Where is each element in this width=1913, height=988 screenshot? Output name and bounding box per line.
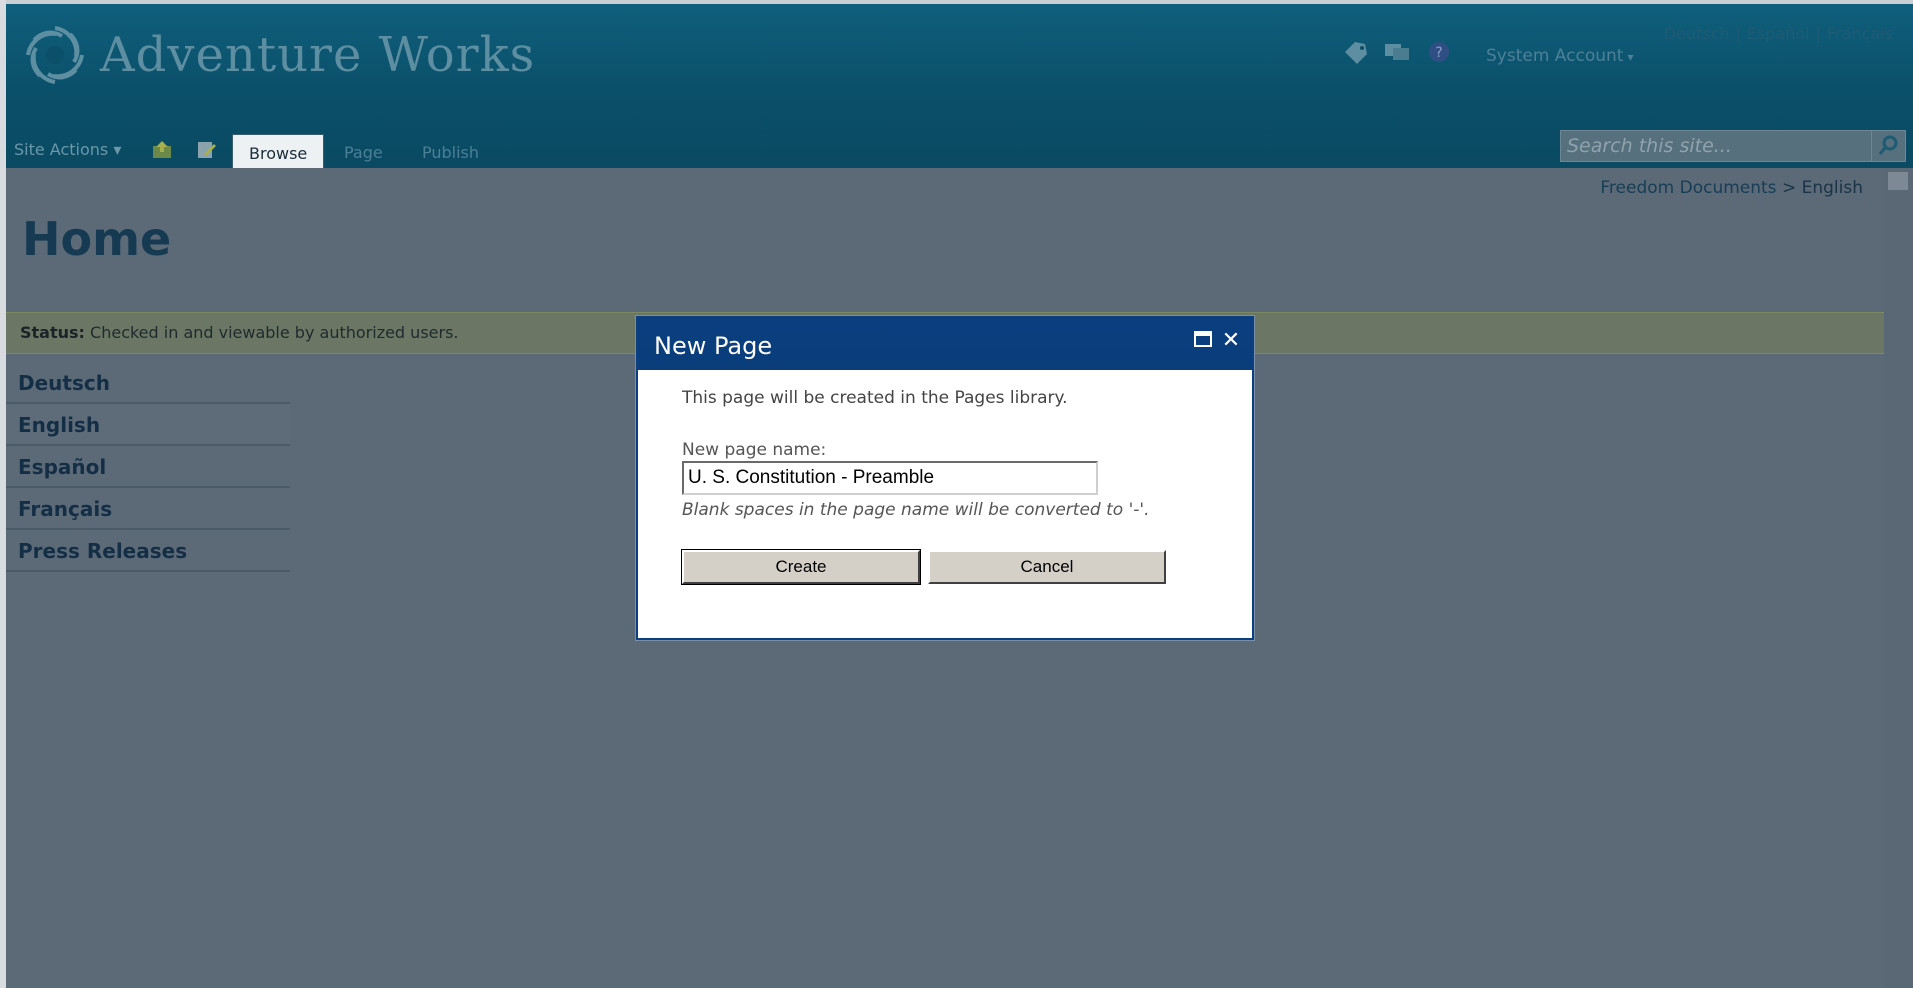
- header-icons: ?: [1341, 40, 1453, 64]
- site-logo[interactable]: Adventure Works: [20, 20, 535, 90]
- navigate-up-icon[interactable]: [152, 140, 174, 160]
- tab-browse[interactable]: Browse: [232, 134, 325, 172]
- page-name-label: New page name:: [682, 440, 827, 460]
- nav-item-francais[interactable]: Français: [6, 488, 290, 530]
- maximize-icon[interactable]: [1192, 330, 1214, 352]
- language-links: Deutsch | Español | Français: [1664, 24, 1893, 43]
- lang-link-francais[interactable]: Français: [1827, 24, 1893, 43]
- nav-item-espanol[interactable]: Español: [6, 446, 290, 488]
- dialog-title-bar[interactable]: New Page: [638, 318, 1252, 370]
- cancel-button[interactable]: Cancel: [928, 550, 1166, 584]
- scroll-up-button[interactable]: [1888, 172, 1908, 190]
- logo-swirl-icon: [26, 26, 84, 84]
- new-page-dialog: New Page ✕ This page will be created in …: [636, 316, 1254, 640]
- vertical-scrollbar[interactable]: [1884, 168, 1913, 988]
- search-icon: [1878, 135, 1898, 155]
- create-button[interactable]: Create: [681, 549, 921, 585]
- page-name-input[interactable]: [682, 461, 1098, 495]
- page-name-hint: Blank spaces in the page name will be co…: [682, 500, 1150, 520]
- dialog-title: New Page: [654, 332, 773, 360]
- notes-icon[interactable]: [1383, 40, 1411, 64]
- separator: |: [1735, 24, 1741, 43]
- tab-publish[interactable]: Publish: [406, 134, 495, 170]
- breadcrumb-separator: >: [1781, 178, 1797, 198]
- breadcrumb: Freedom Documents > English: [1600, 178, 1863, 198]
- dialog-body: This page will be created in the Pages l…: [638, 370, 1252, 640]
- page-title: Home: [22, 212, 172, 266]
- help-icon[interactable]: ?: [1425, 40, 1453, 64]
- site-actions-label: Site Actions: [14, 140, 109, 159]
- search-input[interactable]: Search this site...: [1560, 130, 1872, 162]
- brand-name: Adventure Works: [100, 27, 536, 83]
- lang-link-deutsch[interactable]: Deutsch: [1664, 24, 1730, 43]
- status-label: Status:: [20, 323, 85, 342]
- site-actions-menu[interactable]: Site Actions ▾: [14, 140, 121, 159]
- nav-item-press-releases[interactable]: Press Releases: [6, 530, 290, 572]
- nav-item-english[interactable]: English: [6, 404, 290, 446]
- status-text: Checked in and viewable by authorized us…: [90, 323, 459, 342]
- separator: |: [1815, 24, 1822, 43]
- account-menu[interactable]: System Account ▾: [1486, 46, 1633, 66]
- app-window: Adventure Works ? System Account ▾ Deutsc…: [0, 0, 1913, 988]
- search-button[interactable]: [1872, 130, 1906, 162]
- tab-page[interactable]: Page: [328, 134, 399, 170]
- nav-item-deutsch[interactable]: Deutsch: [6, 362, 290, 404]
- lang-link-espanol[interactable]: Español: [1747, 24, 1810, 43]
- dialog-message: This page will be created in the Pages l…: [682, 388, 1068, 408]
- tag-icon[interactable]: [1341, 40, 1369, 64]
- chevron-down-icon: ▾: [1627, 50, 1634, 64]
- close-icon[interactable]: ✕: [1220, 330, 1242, 352]
- chevron-down-icon: ▾: [113, 140, 122, 159]
- breadcrumb-current: English: [1801, 178, 1863, 198]
- edit-page-icon[interactable]: [196, 140, 218, 160]
- account-name: System Account: [1486, 46, 1624, 66]
- svg-text:?: ?: [1435, 45, 1442, 61]
- breadcrumb-link-freedom-documents[interactable]: Freedom Documents: [1600, 178, 1776, 198]
- quick-launch: Deutsch English Español Français Press R…: [6, 362, 290, 572]
